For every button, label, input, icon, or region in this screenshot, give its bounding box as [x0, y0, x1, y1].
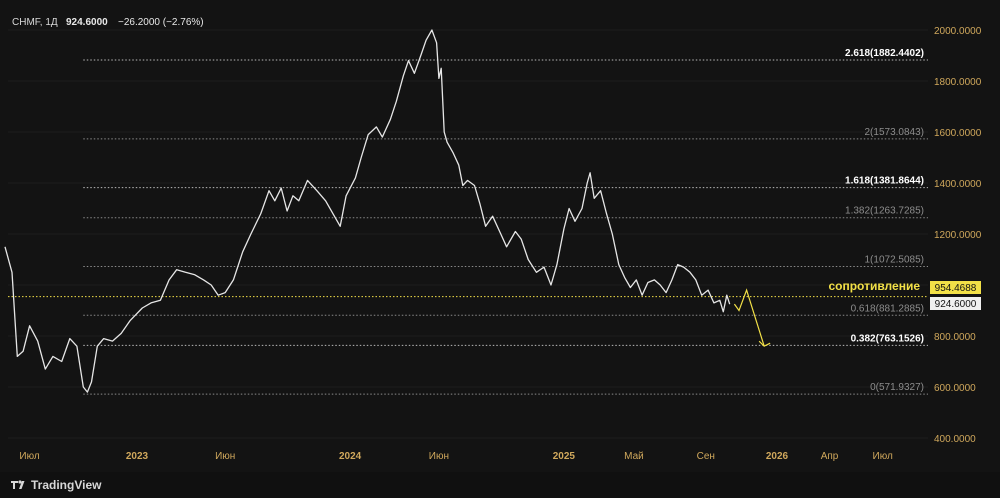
brand-text: TradingView [31, 478, 102, 492]
fib-level-label: 1.618(1381.8644) [845, 176, 924, 187]
time-axis[interactable]: Июл 2023 Июн 2024 Июн 2025 Май Сен 2026 Апр Июл [19, 451, 893, 462]
y-tick-label: 1200.0000 [934, 230, 982, 241]
y-tick-label: 800.0000 [934, 332, 976, 343]
y-tick-label: 400.0000 [934, 434, 976, 445]
price-chart[interactable]: 2.618(1882.4402) 2(1573.0843) 1.618(1381.8… [0, 0, 1000, 498]
y-tick-label: 1600.0000 [934, 128, 982, 139]
x-tick-label: 2025 [553, 451, 576, 462]
x-tick-label: Июн [215, 451, 235, 462]
fib-level-label: 1.382(1263.7285) [845, 206, 924, 217]
fibonacci-levels[interactable]: 2.618(1882.4402) 2(1573.0843) 1.618(1381.8… [8, 48, 928, 395]
fib-level-label: 2(1573.0843) [865, 127, 925, 138]
x-tick-label: Июн [429, 451, 449, 462]
chart-header: CHMF, 1Д 924.6000 −26.2000 (−2.76%) [12, 17, 204, 28]
price-series [4, 29, 731, 393]
x-tick-label: Апр [821, 451, 839, 462]
symbol-label[interactable]: CHMF, 1Д [12, 17, 58, 28]
resistance-price-text: 954.4688 [935, 283, 977, 294]
x-tick-label: Июл [873, 451, 893, 462]
tradingview-brand[interactable]: TradingView [10, 477, 101, 493]
x-tick-label: Сен [697, 451, 715, 462]
arrowhead-icon [758, 340, 771, 347]
y-tick-label: 600.0000 [934, 383, 976, 394]
y-tick-label: 1400.0000 [934, 179, 982, 190]
y-tick-label: 2000.0000 [934, 26, 982, 37]
projection-arrow [733, 288, 771, 347]
price-line [4, 29, 731, 393]
change-text: −26.2000 (−2.76%) [118, 17, 204, 28]
x-tick-label: 2026 [766, 451, 789, 462]
x-tick-label: 2024 [339, 451, 362, 462]
y-tick-label: 1800.0000 [934, 77, 982, 88]
resistance-label: сопротивление [828, 279, 920, 293]
grid [8, 29, 928, 439]
tradingview-logo-icon [11, 480, 25, 489]
fib-level-label: 2.618(1882.4402) [845, 48, 924, 59]
x-tick-label: Июл [19, 451, 39, 462]
fib-level-label: 1(1072.5085) [865, 255, 925, 266]
fib-level-label: 0.382(763.1526) [851, 333, 924, 344]
projection-path [733, 288, 765, 347]
fib-level-label: 0.618(881.2885) [851, 303, 924, 314]
fib-level-label: 0(571.9327) [870, 382, 924, 393]
x-tick-label: Май [624, 451, 644, 462]
price-axis[interactable]: 2000.0000 1800.0000 1600.0000 1400.0000 1200… [934, 26, 982, 445]
footer-bar [0, 472, 1000, 498]
last-price-badge-text: 924.6000 [935, 299, 977, 310]
last-price-text: 924.6000 [66, 17, 108, 28]
x-tick-label: 2023 [126, 451, 149, 462]
